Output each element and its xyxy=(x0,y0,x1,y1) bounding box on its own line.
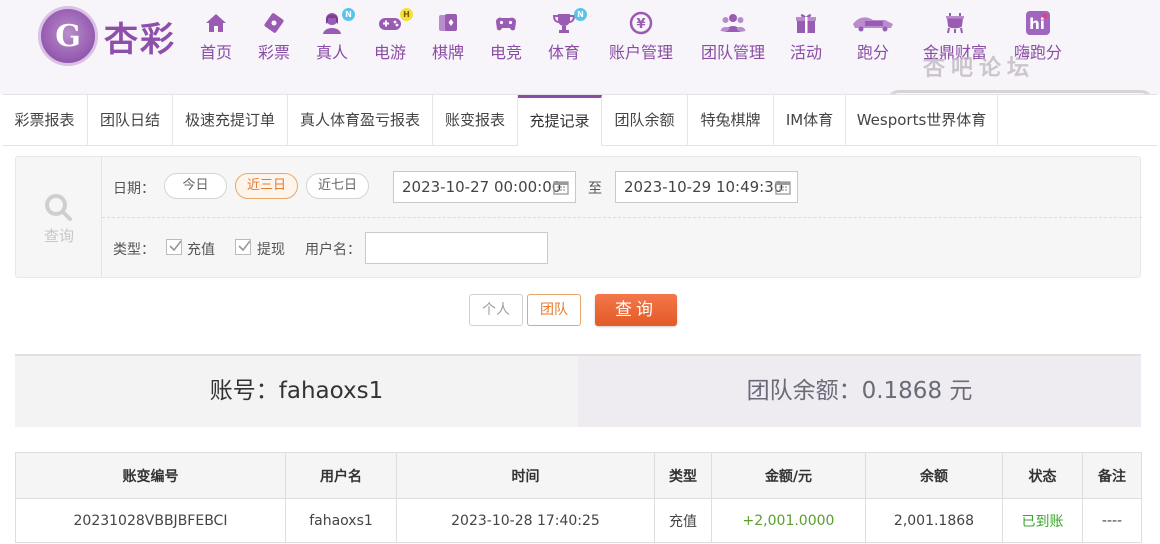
quick-date-3days[interactable]: 近三日 xyxy=(235,173,298,199)
gift-icon xyxy=(793,10,819,36)
tab-im-sports[interactable]: IM体育 xyxy=(774,95,846,146)
col-header-remark: 备注 xyxy=(1082,452,1142,499)
cell-time: 2023-10-28 17:40:25 xyxy=(396,498,655,543)
cell-type: 充值 xyxy=(654,498,712,543)
filter-panel: 查询 日期： 今日 近三日 近七日 2023-10-27 00:00:00 至 … xyxy=(15,156,1142,278)
quick-date-today[interactable]: 今日 xyxy=(164,173,227,199)
tab-team-daily[interactable]: 团队日结 xyxy=(88,95,173,146)
nav-item-account[interactable]: ¥ 账户管理 xyxy=(602,8,680,68)
cell-amount: +2,001.0000 xyxy=(711,498,866,543)
account-summary: 账号：fahaoxs1 团队余额：0.1868 元 xyxy=(15,354,1141,427)
col-header-type: 类型 xyxy=(654,452,712,499)
username-label: 用户名： xyxy=(305,242,361,258)
checkmark-icon xyxy=(169,240,182,252)
svg-text:¥: ¥ xyxy=(636,17,645,32)
calendar-icon[interactable] xyxy=(775,179,791,195)
table-header-row: 账变编号 用户名 时间 类型 金额/元 余额 状态 备注 xyxy=(15,452,1142,499)
col-header-amount: 金额/元 xyxy=(711,452,866,499)
account-name: 账号：fahaoxs1 xyxy=(15,356,578,427)
username-input[interactable] xyxy=(365,232,548,264)
nav-item-live[interactable]: N 真人 xyxy=(308,8,356,68)
date-from-value: 2023-10-27 00:00:00 xyxy=(402,178,562,196)
tab-team-balance[interactable]: 团队余额 xyxy=(602,95,688,146)
cell-username: fahaoxs1 xyxy=(285,498,397,543)
type-withdraw-checkbox[interactable] xyxy=(235,239,251,255)
running-icon xyxy=(851,10,895,36)
type-deposit-label: 充值 xyxy=(187,242,215,258)
scope-team-button[interactable]: 团队 xyxy=(527,294,581,326)
filter-divider xyxy=(102,217,1142,218)
esports-icon xyxy=(493,10,519,36)
query-side-label: 查询 xyxy=(43,227,74,245)
new-badge: N xyxy=(342,8,355,21)
col-header-balance: 余额 xyxy=(865,452,1003,499)
tab-tetu-chess[interactable]: 特兔棋牌 xyxy=(688,95,774,146)
nav-item-events[interactable]: 活动 xyxy=(782,8,830,68)
quick-date-7days[interactable]: 近七日 xyxy=(306,173,369,199)
trophy-icon: N xyxy=(551,8,587,36)
cauldron-icon xyxy=(942,10,968,36)
nav-item-jinding[interactable]: 金鼎财富 xyxy=(916,8,994,68)
records-table: 账变编号 用户名 时间 类型 金额/元 余额 状态 备注 20231028VBB… xyxy=(15,452,1142,543)
gamepad-icon: H xyxy=(377,8,413,36)
yen-coin-icon: ¥ xyxy=(628,10,654,36)
cell-remark: ---- xyxy=(1082,498,1142,543)
tab-live-sports-pl[interactable]: 真人体育盈亏报表 xyxy=(288,95,433,146)
logo-text: 杏彩 xyxy=(104,19,176,60)
date-to-input[interactable]: 2023-10-29 10:49:30 xyxy=(615,171,798,203)
query-button[interactable]: 查询 xyxy=(595,294,677,326)
hot-badge: H xyxy=(400,8,413,21)
calendar-icon[interactable] xyxy=(553,179,569,195)
svg-text:hi: hi xyxy=(1029,15,1045,33)
date-to-value: 2023-10-29 10:49:30 xyxy=(624,178,784,196)
cell-txn-id: 20231028VBBJBFEBCI xyxy=(15,498,286,543)
nav-item-hi-score[interactable]: hi 嗨跑分 xyxy=(1006,8,1070,68)
nav-item-team[interactable]: 团队管理 xyxy=(694,8,772,68)
type-withdraw-label: 提现 xyxy=(257,242,285,258)
team-balance: 团队余额：0.1868 元 xyxy=(578,356,1141,427)
date-to-label: 至 xyxy=(588,181,602,197)
cell-status: 已到账 xyxy=(1002,498,1083,543)
tab-wesports[interactable]: Wesports世界体育 xyxy=(846,95,998,146)
col-header-txn-id: 账变编号 xyxy=(15,452,286,499)
search-icon xyxy=(45,194,72,221)
col-header-status: 状态 xyxy=(1002,452,1083,499)
logo-mark: G xyxy=(38,6,98,66)
nav-item-running-score[interactable]: 跑分 xyxy=(844,8,902,68)
query-side: 查询 xyxy=(16,157,102,277)
col-header-username: 用户名 xyxy=(285,452,397,499)
tab-account-change[interactable]: 账变报表 xyxy=(433,95,518,146)
type-label: 类型： xyxy=(113,242,155,258)
home-icon xyxy=(203,10,229,36)
lottery-icon xyxy=(261,10,287,36)
col-header-time: 时间 xyxy=(396,452,655,499)
cards-icon xyxy=(435,10,461,36)
tab-lottery-report[interactable]: 彩票报表 xyxy=(2,95,88,146)
hi-app-icon: hi xyxy=(1025,10,1051,36)
date-label: 日期： xyxy=(113,181,155,197)
nav-item-sports[interactable]: N 体育 xyxy=(540,8,588,68)
table-row: 20231028VBBJBFEBCI fahaoxs1 2023-10-28 1… xyxy=(15,498,1142,543)
report-tabs: 彩票报表 团队日结 极速充提订单 真人体育盈亏报表 账变报表 充提记录 团队余额… xyxy=(2,94,1158,146)
date-from-input[interactable]: 2023-10-27 00:00:00 xyxy=(393,171,576,203)
site-logo[interactable]: G 杏彩 xyxy=(38,6,176,66)
scope-personal-button[interactable]: 个人 xyxy=(469,294,523,326)
tab-deposit-withdraw[interactable]: 充提记录 xyxy=(518,95,602,146)
nav-item-home[interactable]: 首页 xyxy=(192,8,240,68)
nav-item-egames[interactable]: H 电游 xyxy=(366,8,414,68)
nav-item-lottery[interactable]: 彩票 xyxy=(250,8,298,68)
type-deposit-checkbox[interactable] xyxy=(166,239,182,255)
new-badge: N xyxy=(574,8,587,21)
team-icon xyxy=(720,10,746,36)
checkmark-icon xyxy=(238,240,251,252)
tab-fast-orders[interactable]: 极速充提订单 xyxy=(173,95,288,146)
cell-balance: 2,001.1868 xyxy=(865,498,1003,543)
top-header: G 杏彩 首页 彩票 N 真人 H 电游 棋牌 电竞 N 体育 ¥ 账户管理 团… xyxy=(0,0,1160,146)
nav-item-esports[interactable]: 电竞 xyxy=(482,8,530,68)
nav-item-chess[interactable]: 棋牌 xyxy=(424,8,472,68)
live-dealer-icon: N xyxy=(319,8,355,36)
